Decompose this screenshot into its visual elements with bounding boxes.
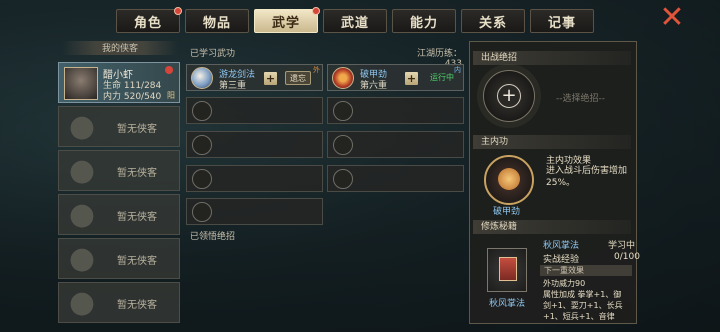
tab-journal[interactable]: 记事 (530, 9, 594, 33)
avatar (64, 67, 98, 100)
effect-line: 剑+1、耍刀+1、长兵 (543, 301, 623, 310)
learned-skills-title: 已学习武功 (190, 49, 236, 59)
neigong-effect-text: 进入战斗后伤害增加25%。 (546, 166, 628, 188)
empty-slot-ring-icon (192, 169, 212, 189)
person-silhouette-icon: ● (68, 153, 96, 188)
fist-skill-icon (332, 67, 354, 89)
empty-skill-slot[interactable] (186, 131, 323, 158)
person-silhouette-icon: ● (68, 109, 96, 144)
empty-slot-ring-icon (333, 135, 353, 155)
upgrade-plus-button[interactable]: + (264, 72, 277, 85)
hero-slot-empty[interactable]: ● 暂无侠客 (58, 194, 180, 235)
upgrade-plus-button[interactable]: + (405, 72, 418, 85)
manual-slot[interactable] (487, 248, 527, 292)
person-silhouette-icon: ● (68, 241, 96, 276)
notification-dot-icon (312, 7, 320, 15)
skill-slot-youlong[interactable]: 游龙剑法 第三重 + 遗忘 外 (186, 64, 323, 91)
notification-dot-icon (165, 66, 173, 74)
empty-slot-ring-icon (192, 135, 212, 155)
manual-header: 修炼秘籍 (473, 220, 631, 234)
effect-line: +1、短兵+1、音律 (543, 312, 615, 321)
book-icon (499, 257, 517, 281)
effect-line: 属性加成 拳掌+1、御 (543, 290, 622, 299)
tab-ability[interactable]: 能力 (392, 9, 456, 33)
manual-status: 学习中 (608, 241, 636, 251)
neigong-icon[interactable] (484, 155, 534, 205)
empty-skill-slot[interactable] (186, 165, 323, 192)
forget-button[interactable]: 遗忘 (285, 71, 311, 85)
notification-dot-icon (174, 7, 182, 15)
manual-name: 秋风掌法 (489, 299, 526, 309)
skill-level: 第六重 (360, 81, 388, 91)
manual-title: 秋风掌法 (543, 241, 580, 251)
empty-skill-slot[interactable] (327, 97, 464, 124)
effect-line: 外功威力90 (543, 279, 586, 288)
skill-level: 第三重 (219, 81, 247, 91)
empty-slot-ring-icon (333, 101, 353, 121)
skill-type-tag: 外 (313, 66, 320, 74)
neigong-name: 破甲劲 (493, 207, 521, 217)
combat-skill-slot[interactable]: + (483, 70, 535, 122)
add-plus-icon: + (497, 84, 521, 108)
fist-skill-icon (498, 168, 520, 190)
hero-slot-active[interactable]: 醋小虾 生命 111/284 内力 520/540 阳 (58, 62, 180, 103)
tab-items[interactable]: 物品 (185, 9, 249, 33)
person-silhouette-icon: ● (68, 285, 96, 320)
exp-label: 实战经验 (543, 255, 580, 265)
empty-skill-slot[interactable] (327, 131, 464, 158)
skill-slot-pojia[interactable]: 破甲劲 第六重 + 运行中 内 (327, 64, 464, 91)
empty-slot-ring-icon (333, 169, 353, 189)
tab-martial-way[interactable]: 武道 (323, 9, 387, 33)
empty-skill-slot[interactable] (186, 97, 323, 124)
select-skill-hint: --选择绝招-- (556, 94, 605, 104)
hero-slot-empty[interactable]: ● 暂无侠客 (58, 238, 180, 279)
tab-martial-arts[interactable]: 武学 (254, 7, 320, 33)
person-silhouette-icon: ● (68, 197, 96, 232)
close-icon[interactable]: ✕ (658, 3, 686, 33)
exp-value: 0/100 (614, 252, 640, 262)
next-level-effect-label: 下一重效果 (540, 265, 632, 276)
sword-skill-icon (191, 67, 213, 89)
skill-type-tag: 内 (454, 66, 461, 74)
hero-slot-empty[interactable]: ● 暂无侠客 (58, 150, 180, 191)
hero-slot-empty[interactable]: ● 暂无侠客 (58, 282, 180, 323)
insight-skills-title: 已领悟绝招 (190, 232, 236, 242)
tab-character[interactable]: 角色 (116, 7, 182, 33)
empty-skill-slot[interactable] (186, 198, 323, 225)
empty-skill-slot[interactable] (327, 165, 464, 192)
main-neigong-header: 主内功 (473, 135, 631, 149)
empty-slot-ring-icon (192, 101, 212, 121)
hero-mp: 内力 520/540 (103, 92, 162, 102)
tab-bar: 角色 物品 武学 武道 能力 关系 记事 (116, 7, 594, 33)
tab-relations[interactable]: 关系 (461, 9, 525, 33)
empty-slot-ring-icon (192, 202, 212, 222)
combat-skill-header: 出战绝招 (473, 51, 631, 65)
hero-slot-empty[interactable]: ● 暂无侠客 (58, 106, 180, 147)
my-heroes-title: 我的侠客 (62, 41, 178, 55)
hero-attribute-tag: 阳 (167, 91, 175, 100)
